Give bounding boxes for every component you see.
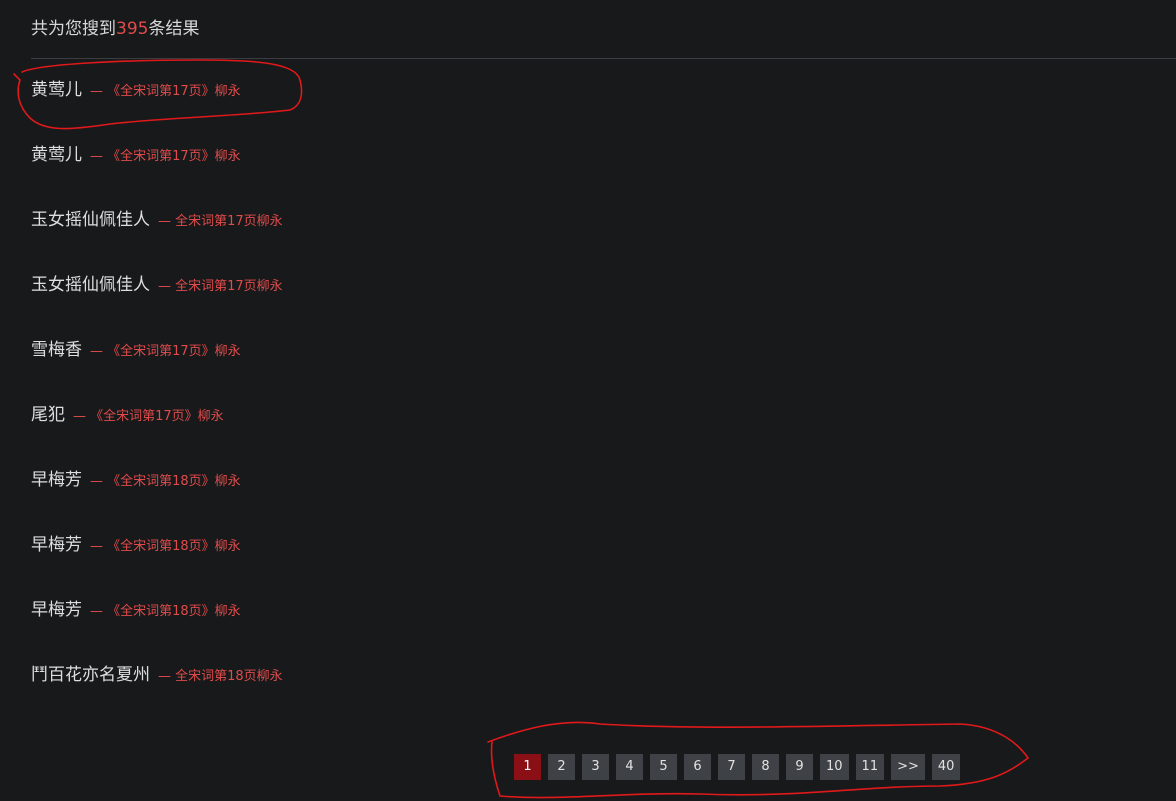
result-item: 黄莺儿 — 《全宋词第17页》柳永 — [31, 141, 283, 206]
pagination: 1 2 3 4 5 6 7 8 9 10 11 >> 40 — [514, 754, 961, 780]
page-button[interactable]: 5 — [650, 754, 677, 780]
page-button[interactable]: 6 — [684, 754, 711, 780]
result-title-link[interactable]: 早梅芳 — [31, 533, 82, 557]
result-title-link[interactable]: 鬥百花亦名夏州 — [31, 663, 150, 687]
result-source: — 全宋词第17页柳永 — [158, 214, 283, 229]
result-item: 玉女摇仙佩佳人 — 全宋词第17页柳永 — [31, 271, 283, 336]
result-source: — 《全宋词第17页》柳永 — [90, 84, 241, 99]
result-source: — 《全宋词第17页》柳永 — [73, 409, 224, 424]
summary-prefix: 共为您搜到 — [31, 19, 116, 39]
page-button[interactable]: 9 — [786, 754, 813, 780]
result-list: 黄莺儿 — 《全宋词第17页》柳永 黄莺儿 — 《全宋词第17页》柳永 玉女摇仙… — [31, 76, 283, 726]
page-button[interactable]: 2 — [548, 754, 575, 780]
result-count: 395 — [116, 19, 149, 39]
result-source: — 《全宋词第18页》柳永 — [90, 474, 241, 489]
result-item: 早梅芳 — 《全宋词第18页》柳永 — [31, 466, 283, 531]
result-title-link[interactable]: 早梅芳 — [31, 468, 82, 492]
page-button[interactable]: 3 — [582, 754, 609, 780]
result-title-link[interactable]: 尾犯 — [31, 403, 65, 427]
header-divider — [31, 58, 1176, 59]
result-item: 早梅芳 — 《全宋词第18页》柳永 — [31, 596, 283, 661]
result-title-link[interactable]: 玉女摇仙佩佳人 — [31, 208, 150, 232]
result-title-link[interactable]: 黄莺儿 — [31, 78, 82, 102]
result-item: 玉女摇仙佩佳人 — 全宋词第17页柳永 — [31, 206, 283, 271]
result-item: 雪梅香 — 《全宋词第17页》柳永 — [31, 336, 283, 401]
result-item: 鬥百花亦名夏州 — 全宋词第18页柳永 — [31, 661, 283, 726]
search-results-page: 共为您搜到395条结果 黄莺儿 — 《全宋词第17页》柳永 黄莺儿 — 《全宋词… — [0, 0, 1176, 801]
result-source: — 全宋词第18页柳永 — [158, 669, 283, 684]
result-source: — 《全宋词第17页》柳永 — [90, 149, 241, 164]
result-summary: 共为您搜到395条结果 — [31, 18, 199, 40]
result-title-link[interactable]: 早梅芳 — [31, 598, 82, 622]
result-title-link[interactable]: 雪梅香 — [31, 338, 82, 362]
result-title-link[interactable]: 黄莺儿 — [31, 143, 82, 167]
page-button[interactable]: 10 — [820, 754, 849, 780]
result-item: 尾犯 — 《全宋词第17页》柳永 — [31, 401, 283, 466]
page-button[interactable]: 7 — [718, 754, 745, 780]
result-source: — 《全宋词第18页》柳永 — [90, 604, 241, 619]
last-page-button[interactable]: 40 — [931, 754, 961, 780]
page-button[interactable]: 8 — [752, 754, 779, 780]
result-item: 黄莺儿 — 《全宋词第17页》柳永 — [31, 76, 283, 141]
result-source: — 《全宋词第18页》柳永 — [90, 539, 241, 554]
result-title-link[interactable]: 玉女摇仙佩佳人 — [31, 273, 150, 297]
result-item: 早梅芳 — 《全宋词第18页》柳永 — [31, 531, 283, 596]
page-button[interactable]: 4 — [616, 754, 643, 780]
next-page-button[interactable]: >> — [891, 754, 925, 780]
page-button[interactable]: 11 — [855, 754, 885, 780]
summary-suffix: 条结果 — [148, 19, 200, 39]
result-source: — 全宋词第17页柳永 — [158, 279, 283, 294]
result-source: — 《全宋词第17页》柳永 — [90, 344, 241, 359]
page-button-current[interactable]: 1 — [514, 754, 541, 780]
